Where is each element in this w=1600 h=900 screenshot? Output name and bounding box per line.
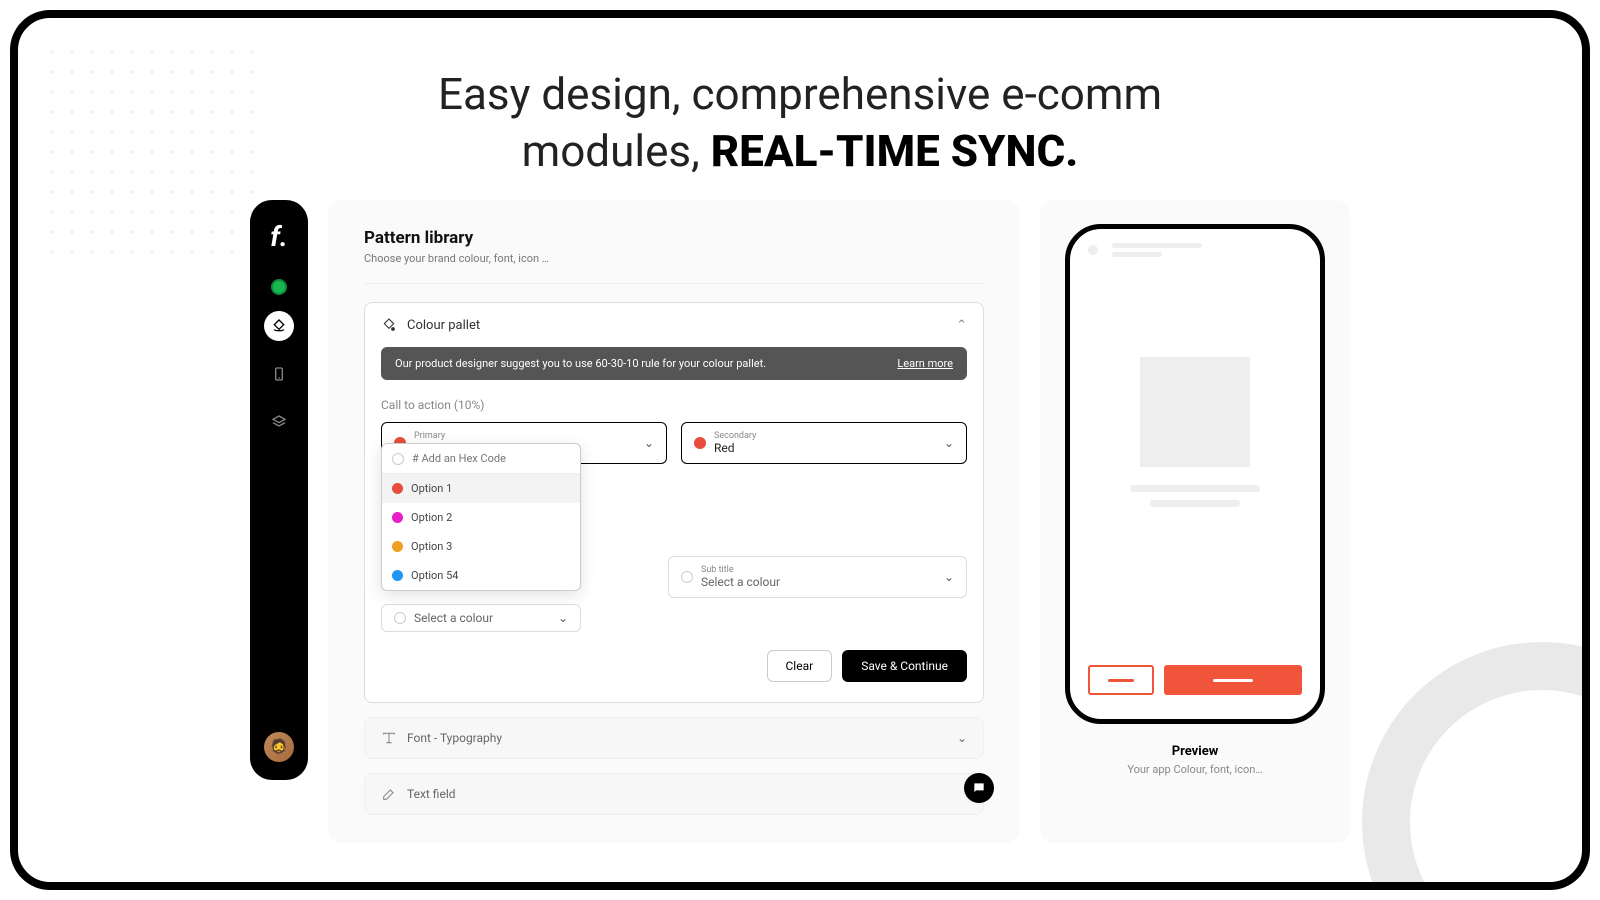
fill-icon (381, 317, 397, 333)
chevron-down-icon: ⌄ (558, 611, 568, 625)
tip-link[interactable]: Learn more (897, 357, 953, 370)
panel-header[interactable]: Colour pallet ⌃ (381, 317, 967, 333)
placeholder-image (1140, 357, 1250, 467)
chat-icon (972, 781, 986, 795)
option-swatch-icon (392, 483, 403, 494)
placeholder-line (1130, 485, 1260, 492)
secondary-label: Secondary (714, 431, 936, 441)
main-panel: Pattern library Choose your brand colour… (328, 200, 1020, 843)
colour-dropdown: Option 1 Option 2 Option 3 Option 54 (381, 443, 581, 591)
text-field-panel[interactable]: Text field (364, 773, 984, 815)
collapsed-label: Font - Typography (407, 731, 502, 745)
hero-line2-plain: modules, (522, 125, 711, 177)
option-label: Option 1 (411, 482, 452, 495)
panel-title: Colour pallet (407, 318, 480, 333)
preview-column: Preview Your app Colour, font, icon… (1040, 200, 1350, 843)
fill-icon (271, 318, 287, 334)
logo: f. (270, 220, 288, 253)
sidebar: f. 🧔 (250, 200, 308, 780)
dropdown-option-3[interactable]: Option 3 (382, 532, 580, 561)
placeholder-icon (1088, 245, 1098, 255)
placeholder-bar (1112, 243, 1202, 248)
secondary-colour-select[interactable]: Secondary Red ⌄ (681, 422, 967, 464)
hero-line1: Easy design, comprehensive e-comm (438, 68, 1162, 120)
hidden-colour-select[interactable]: Select a colour ⌄ (381, 604, 581, 632)
colour-pallet-panel: Colour pallet ⌃ Our product designer sug… (364, 302, 984, 703)
subtitle-label: Sub title (701, 565, 936, 575)
dropdown-search[interactable] (382, 444, 580, 474)
placeholder-bar (1112, 252, 1162, 257)
preview-outline-button (1088, 665, 1154, 695)
save-continue-button[interactable]: Save & Continue (842, 650, 967, 682)
chevron-down-icon: ⌄ (944, 436, 954, 450)
text-icon (381, 730, 397, 746)
dropdown-option-4[interactable]: Option 54 (382, 561, 580, 590)
preview-solid-button (1164, 665, 1302, 695)
empty-swatch-icon (394, 612, 406, 624)
tip-banner: Our product designer suggest you to use … (381, 347, 967, 380)
empty-swatch-icon (681, 571, 693, 583)
option-label: Option 2 (411, 511, 452, 524)
chevron-down-icon: ⌄ (944, 570, 954, 584)
page-title: Pattern library (364, 228, 984, 248)
preview-title: Preview (1172, 744, 1219, 759)
nav-item-layers[interactable] (264, 407, 294, 437)
divider (364, 283, 984, 284)
chevron-down-icon: ⌄ (644, 436, 654, 450)
decorative-dots (42, 42, 262, 262)
option-label: Option 54 (411, 569, 458, 582)
help-fab[interactable] (964, 773, 994, 803)
page-subtitle: Choose your brand colour, font, icon … (364, 252, 984, 265)
secondary-value: Red (714, 441, 936, 455)
empty-swatch-icon (392, 453, 404, 465)
edit-icon (381, 786, 397, 802)
hidden-select-value: Select a colour (414, 611, 550, 625)
phone-preview (1065, 224, 1325, 724)
tip-text: Our product designer suggest you to use … (395, 357, 766, 370)
nav-item-device[interactable] (264, 359, 294, 389)
subtitle-value: Select a colour (701, 575, 936, 589)
phone-icon (271, 366, 287, 382)
layers-icon (271, 414, 287, 430)
chevron-up-icon: ⌃ (956, 318, 967, 333)
font-typography-panel[interactable]: Font - Typography ⌄ (364, 717, 984, 759)
option-label: Option 3 (411, 540, 452, 553)
dropdown-option-1[interactable]: Option 1 (382, 474, 580, 503)
chevron-down-icon: ⌄ (957, 731, 967, 745)
decorative-ring (1362, 642, 1590, 890)
status-indicator-icon (273, 281, 285, 293)
hero-line2-bold: REAL-TIME SYNC. (711, 125, 1079, 177)
subtitle-colour-select[interactable]: Sub title Select a colour ⌄ (668, 556, 967, 598)
placeholder-line (1150, 500, 1240, 507)
option-swatch-icon (392, 570, 403, 581)
option-swatch-icon (392, 541, 403, 552)
avatar[interactable]: 🧔 (264, 732, 294, 762)
option-swatch-icon (392, 512, 403, 523)
primary-label: Primary (414, 431, 636, 441)
clear-button[interactable]: Clear (767, 650, 833, 682)
cta-section-label: Call to action (10%) (381, 398, 967, 412)
nav-item-palette[interactable] (264, 311, 294, 341)
collapsed-label: Text field (407, 787, 456, 801)
secondary-swatch-icon (694, 437, 706, 449)
preview-subtitle: Your app Colour, font, icon… (1127, 763, 1262, 776)
dropdown-option-2[interactable]: Option 2 (382, 503, 580, 532)
hex-input[interactable] (412, 452, 570, 465)
